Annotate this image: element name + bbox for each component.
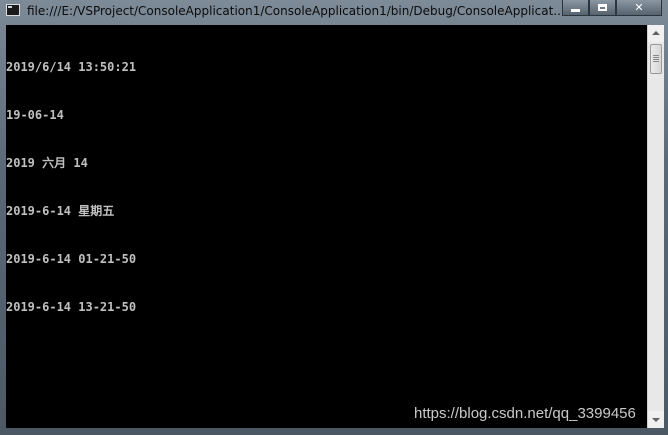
watermark-url: https://blog.csdn.net/qq_3399456: [414, 405, 636, 422]
maximize-button[interactable]: [589, 0, 616, 16]
console-line: 2019-6-14 01-21-50: [6, 252, 137, 266]
scroll-up-arrow-icon[interactable]: [648, 25, 664, 42]
window-title: file:///E:/VSProject/ConsoleApplication1…: [27, 4, 562, 18]
console-line: 2019 六月 14: [6, 156, 88, 170]
console-line: 2019-6-14 13-21-50: [6, 300, 137, 314]
caption-buttons: ✕: [562, 0, 662, 16]
console-app-icon[interactable]: [6, 4, 20, 16]
minimize-button[interactable]: [562, 0, 589, 16]
scroll-down-arrow-icon[interactable]: [648, 411, 664, 428]
close-button[interactable]: ✕: [616, 0, 662, 16]
console-line: 2019-6-14 星期五: [6, 204, 115, 218]
scroll-thumb[interactable]: [650, 44, 662, 74]
close-icon: ✕: [634, 1, 644, 14]
console-window: file:///E:/VSProject/ConsoleApplication1…: [0, 0, 668, 435]
minimize-icon: [571, 8, 580, 12]
console-lines: 2019/6/14 13:50:21 19-06-14 2019 六月 14 2…: [6, 27, 136, 347]
console-output-area[interactable]: 2019/6/14 13:50:21 19-06-14 2019 六月 14 2…: [6, 25, 647, 428]
console-line: 2019/6/14 13:50:21: [6, 60, 137, 74]
title-bar[interactable]: file:///E:/VSProject/ConsoleApplication1…: [0, 0, 668, 22]
console-line: 19-06-14: [6, 108, 64, 122]
maximize-icon: [598, 4, 607, 11]
vertical-scrollbar[interactable]: [647, 25, 664, 428]
